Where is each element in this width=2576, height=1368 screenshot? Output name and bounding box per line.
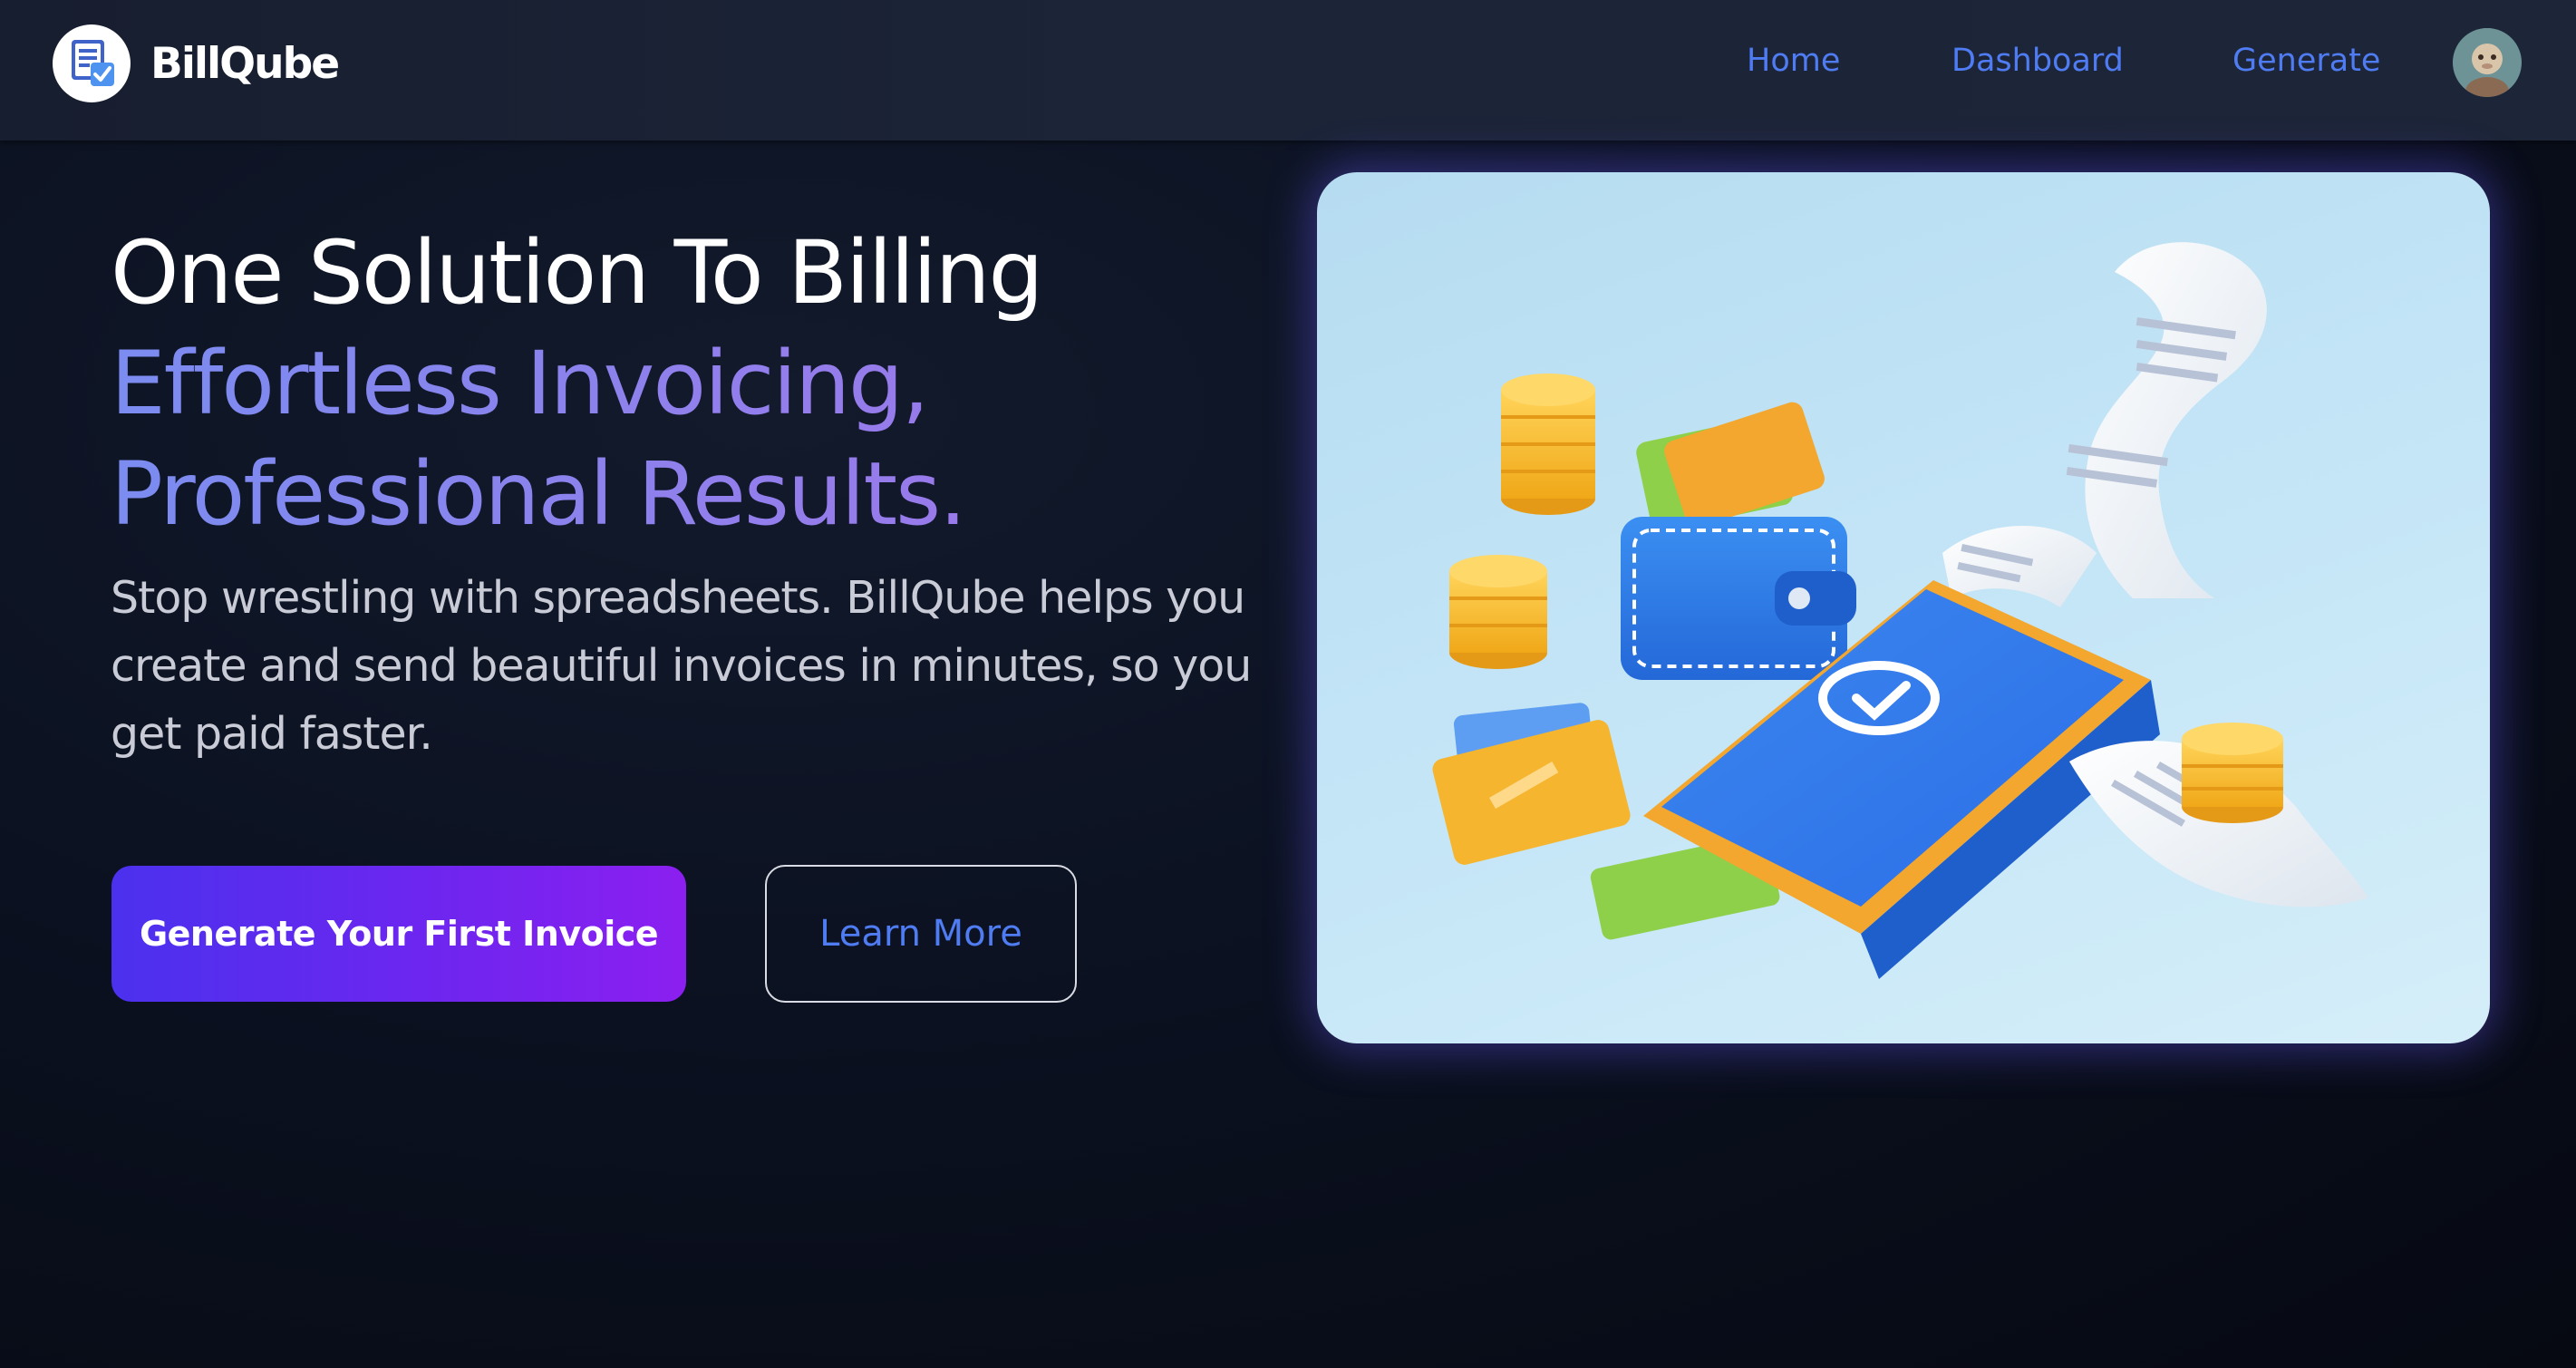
wallet-icon <box>1621 402 1856 680</box>
nav-link-generate[interactable]: Generate <box>2232 38 2380 83</box>
user-avatar[interactable] <box>2453 28 2522 97</box>
hero-description: Stop wrestling with spreadsheets. BillQu… <box>111 572 1252 760</box>
generate-first-invoice-button[interactable]: Generate Your First Invoice <box>111 866 686 1002</box>
hero-title-line-1: One Solution To Billing <box>111 222 1043 324</box>
invoice-check-logo-icon <box>53 24 131 102</box>
hero-title: One Solution To Billing Effortless Invoi… <box>111 218 1043 549</box>
credit-card-icon <box>1432 703 1631 865</box>
hero-illustration <box>1317 172 2490 1043</box>
nav-link-dashboard[interactable]: Dashboard <box>1951 38 2124 83</box>
navbar: BillQube Home Dashboard Generate <box>0 0 2576 141</box>
learn-more-button[interactable]: Learn More <box>765 865 1077 1003</box>
hero-title-line-3: Professional Results. <box>111 439 1041 549</box>
coin-stack-right-icon <box>2182 723 2283 823</box>
receipt-ribbon-icon <box>1942 242 2267 607</box>
brand-name: BillQube <box>150 38 340 89</box>
nav-link-home[interactable]: Home <box>1747 38 1840 83</box>
coin-stack-icon <box>1449 374 1595 669</box>
brand-link[interactable]: BillQube <box>53 24 340 102</box>
hero-title-line-2: Effortless Invoicing, <box>111 328 1041 439</box>
